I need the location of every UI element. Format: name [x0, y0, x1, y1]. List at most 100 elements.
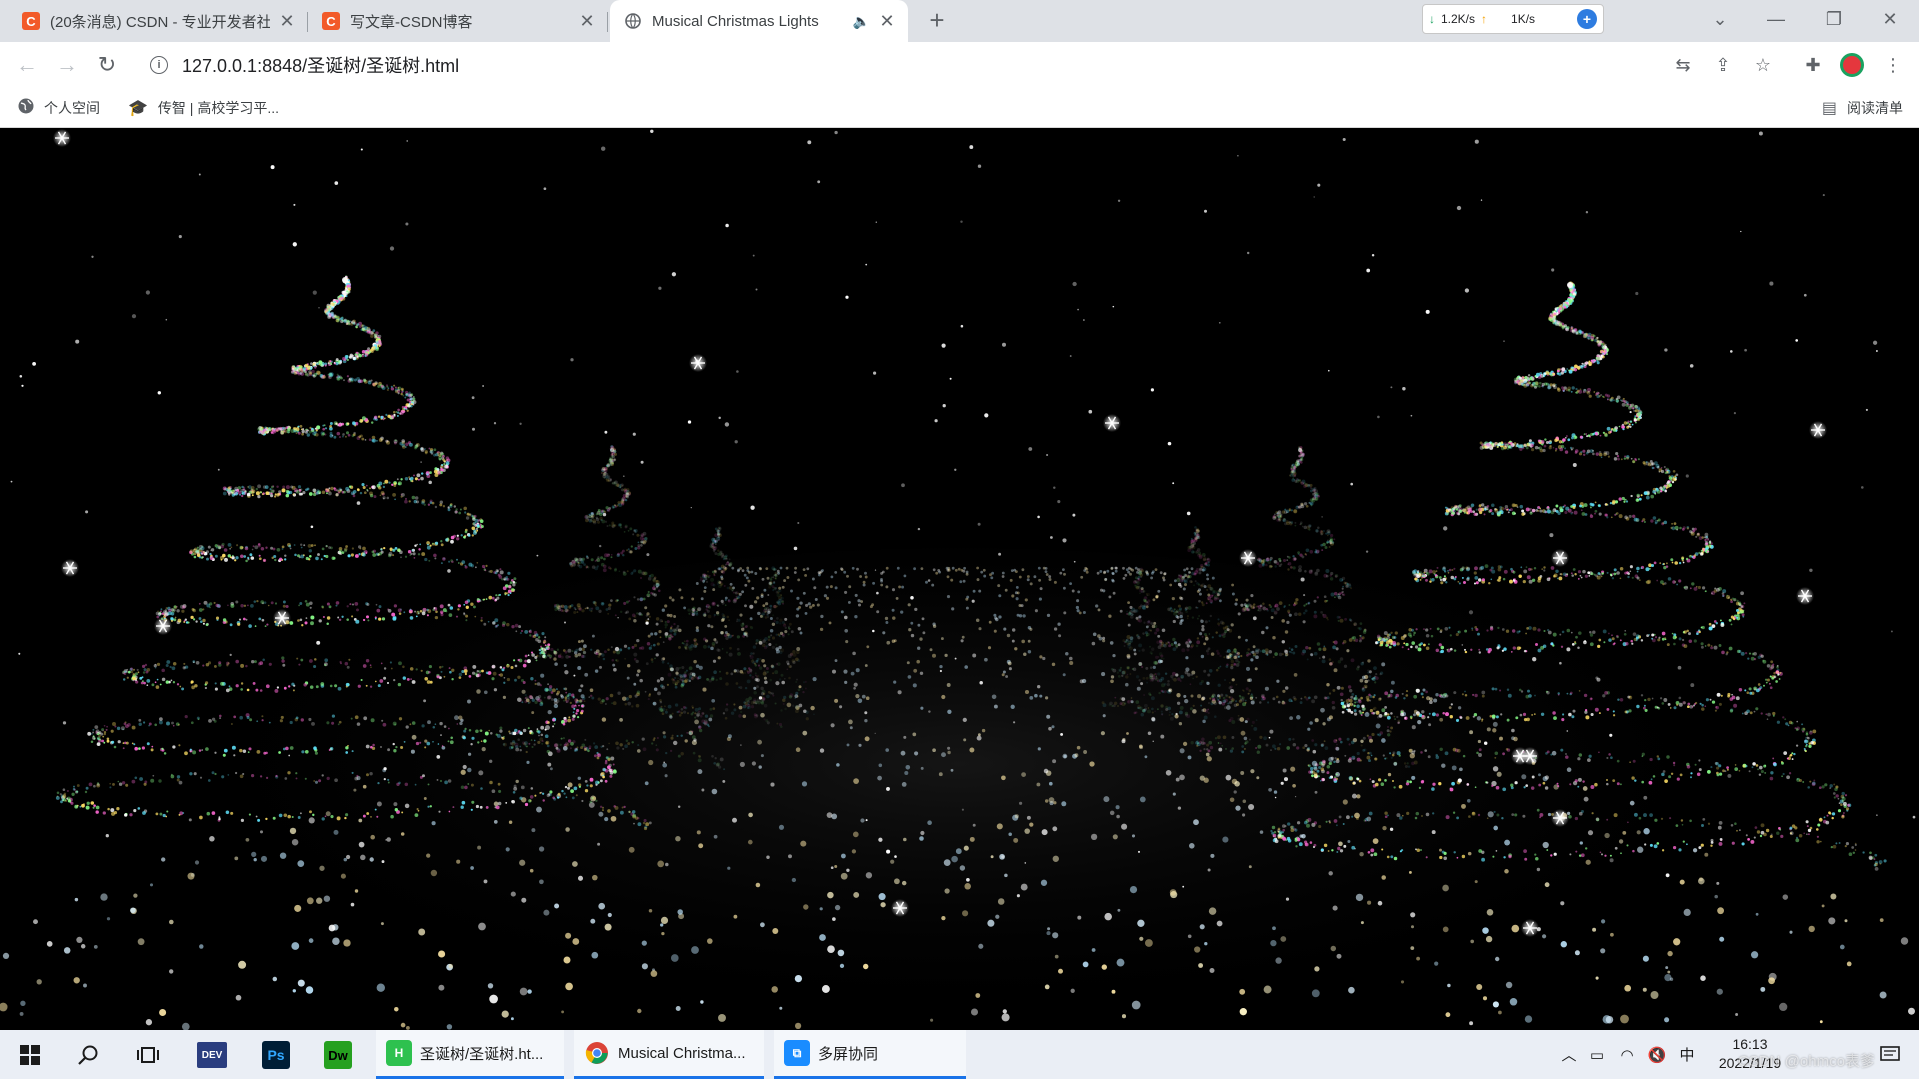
floor-light — [1038, 578, 1042, 582]
tree-light — [257, 484, 262, 489]
share-icon[interactable]: ⇪ — [1708, 50, 1738, 80]
close-icon[interactable]: ✕ — [278, 11, 296, 32]
speaker-icon[interactable]: 🔈 — [853, 13, 870, 30]
tab-musical-christmas-lights[interactable]: Musical Christmas Lights 🔈 ✕ — [610, 0, 908, 42]
tree-light — [151, 683, 155, 687]
floor-light — [891, 608, 895, 612]
tree-light — [512, 583, 516, 587]
profile-avatar[interactable] — [1840, 53, 1864, 77]
floor-light — [698, 665, 703, 670]
bookmark-star-icon[interactable]: ☆ — [1748, 50, 1778, 80]
network-speed-widget[interactable]: ↓ 1.2K/s ↑ 1K/s + — [1422, 4, 1604, 34]
floor-light — [1187, 934, 1192, 939]
new-tab-button[interactable]: + — [922, 5, 952, 35]
minimize-button[interactable]: — — [1748, 0, 1804, 42]
tree-light — [229, 547, 231, 550]
floor-light — [741, 590, 745, 594]
close-icon[interactable]: ✕ — [578, 11, 596, 32]
tree-light — [528, 630, 531, 632]
floor-light — [720, 575, 724, 579]
close-icon[interactable]: ✕ — [878, 11, 896, 32]
tree-light — [381, 385, 384, 388]
url-text: 127.0.0.1:8848/圣诞树/圣诞树.html — [182, 56, 460, 76]
floor-light — [829, 585, 833, 589]
floor-light — [1243, 736, 1248, 741]
floor-light — [1201, 624, 1205, 628]
floor-light — [655, 653, 659, 657]
tree-light — [494, 618, 499, 623]
tree-light — [399, 550, 403, 554]
tree-light — [435, 610, 438, 614]
tree-light — [350, 717, 353, 720]
tree-light — [81, 803, 85, 808]
tree-light — [362, 485, 366, 490]
floor-light — [1587, 830, 1594, 836]
tree-light — [533, 634, 536, 637]
floor-light — [890, 859, 895, 864]
floor-light — [910, 633, 915, 638]
close-window-button[interactable]: ✕ — [1862, 0, 1918, 42]
tree-light — [380, 662, 383, 665]
floor-light — [788, 854, 792, 859]
tree-light — [449, 606, 454, 610]
tree-light — [393, 410, 396, 414]
tree-light — [383, 546, 386, 550]
floor-light — [1601, 919, 1606, 924]
floor-light — [1642, 987, 1647, 992]
address-bar[interactable]: i 127.0.0.1:8848/圣诞树/圣诞树.html — [134, 47, 1714, 83]
floor-light — [1272, 926, 1276, 931]
floor-light — [664, 604, 668, 608]
translate-icon[interactable]: ⇆ — [1668, 50, 1698, 80]
tree-light — [314, 364, 317, 367]
tree-light — [172, 681, 176, 684]
tree-light — [537, 636, 541, 639]
tree-light — [1621, 496, 1625, 501]
floor-light — [333, 829, 339, 835]
reload-button[interactable]: ↻ — [92, 50, 122, 80]
restore-button[interactable]: ❐ — [1806, 0, 1862, 42]
floor-light — [846, 743, 850, 747]
reading-list-button[interactable]: ▤ 阅读清单 — [1822, 96, 1903, 120]
tree-light — [530, 787, 534, 790]
tree-light — [90, 740, 94, 744]
floor-light — [1351, 793, 1357, 799]
bookmark-chuanzhi[interactable]: 🎓 传智 | 高校学习平... — [128, 96, 279, 120]
tree-light — [201, 749, 204, 751]
tree-light — [475, 566, 477, 569]
floor-light — [878, 893, 886, 901]
floor-light — [946, 575, 950, 579]
tree-light — [61, 798, 65, 801]
extensions-icon[interactable]: ✚ — [1798, 50, 1828, 80]
forward-button[interactable]: → — [52, 50, 82, 80]
floor-light — [1076, 609, 1080, 613]
tab-csdn-messages[interactable]: C (20条消息) CSDN - 专业开发者社 ✕ — [8, 0, 308, 42]
tree-light — [415, 668, 418, 671]
tree-light — [1579, 504, 1582, 508]
tree-light — [610, 756, 615, 761]
tree-light — [225, 488, 229, 492]
tree-light — [285, 746, 289, 751]
floor-light — [675, 1006, 681, 1011]
tree-light — [329, 425, 332, 428]
tree-light — [581, 799, 584, 803]
floor-light — [757, 739, 762, 745]
bookmark-personal-space[interactable]: 个人空间 — [18, 96, 100, 120]
floor-light — [1091, 641, 1096, 646]
tree-light — [584, 789, 589, 793]
plus-icon[interactable]: + — [1577, 9, 1597, 29]
back-button[interactable]: ← — [12, 50, 42, 80]
christmas-lights-canvas[interactable] — [0, 128, 1919, 1030]
tree-light — [463, 729, 467, 733]
tree-light — [495, 569, 499, 573]
floor-light — [527, 989, 532, 994]
tree-light — [158, 779, 162, 783]
tab-csdn-write[interactable]: C 写文章-CSDN博客 ✕ — [308, 0, 608, 42]
page-viewport[interactable] — [0, 128, 1919, 1030]
tree-light — [592, 796, 597, 801]
floor-light — [1264, 686, 1269, 691]
tab-search-button[interactable]: ⌄ — [1692, 0, 1748, 42]
tree-light — [202, 618, 206, 623]
floor-light — [751, 586, 755, 590]
info-icon[interactable]: i — [150, 56, 168, 74]
menu-icon[interactable]: ⋮ — [1878, 50, 1908, 80]
